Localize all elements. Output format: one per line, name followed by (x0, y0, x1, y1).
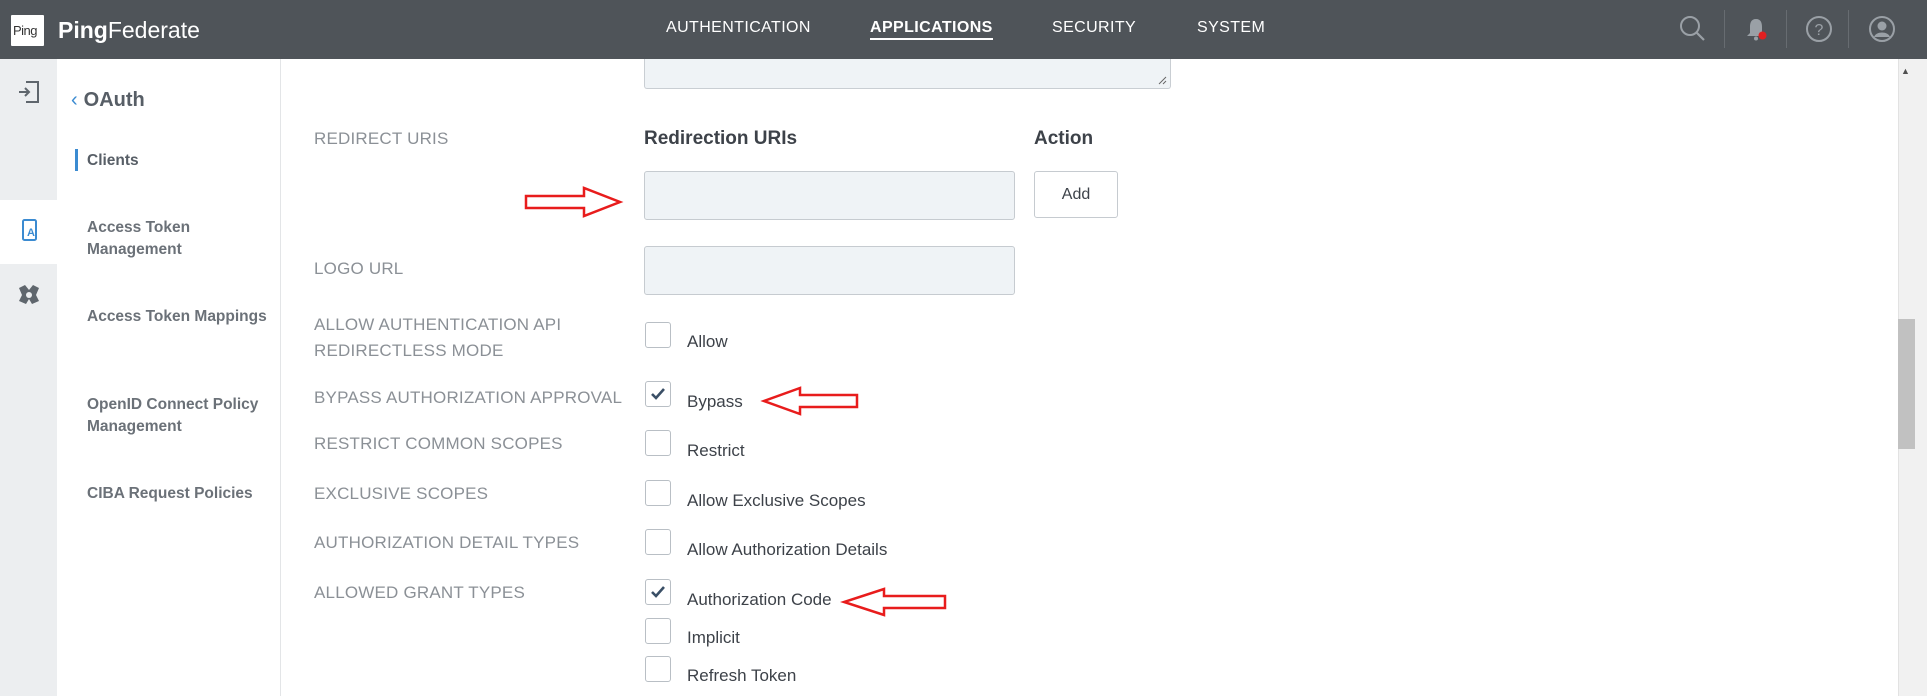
redirection-uris-column-header: Redirection URIs (644, 128, 798, 149)
grant-refresh-token-option: Refresh Token (687, 666, 797, 685)
sidebar-item-access-token-mappings[interactable]: Access Token Mappings (87, 306, 267, 328)
annotation-arrow-left-icon (840, 587, 947, 617)
restrict-option: Restrict (687, 441, 745, 460)
integration-icon (15, 282, 43, 313)
nav-applications[interactable]: APPLICATIONS (870, 19, 993, 40)
chevron-left-icon: ‹ (71, 89, 78, 111)
rail-item-applications[interactable]: A (0, 200, 57, 264)
grant-implicit-checkbox[interactable] (645, 618, 671, 644)
action-column-header: Action (1034, 128, 1094, 149)
exclusive-scopes-option: Allow Exclusive Scopes (687, 491, 866, 510)
logo-url-input[interactable] (644, 246, 1015, 295)
sidebar-item-ciba-request-policies[interactable]: CIBA Request Policies (87, 483, 267, 505)
svg-text:A: A (27, 227, 35, 239)
nav-security[interactable]: SECURITY (1052, 19, 1136, 37)
active-indicator (75, 149, 78, 171)
brand-rest: Federate (107, 17, 200, 43)
divider (1786, 10, 1787, 48)
main-content: REDIRECT URIS Redirection URIs Action Ad… (281, 59, 1898, 696)
grant-implicit-option: Implicit (687, 628, 740, 647)
help-icon[interactable]: ? (1804, 14, 1834, 44)
brand-bold: Ping (58, 17, 108, 43)
bypass-option: Bypass (687, 392, 743, 411)
bypass-approval-label: BYPASS AUTHORIZATION APPROVAL (314, 388, 623, 407)
svg-text:?: ? (1815, 22, 1824, 39)
allow-redirectless-checkbox[interactable] (645, 322, 671, 348)
login-icon (16, 79, 42, 110)
exclusive-scopes-label: EXCLUSIVE SCOPES (314, 484, 489, 503)
redirect-uris-label: REDIRECT URIS (314, 129, 449, 148)
allowed-grant-types-label: ALLOWED GRANT TYPES (314, 583, 526, 602)
checkmark-icon (651, 586, 665, 598)
logo-text: Ping (13, 23, 38, 38)
logo-url-label: LOGO URL (314, 259, 404, 278)
user-icon[interactable] (1867, 14, 1897, 44)
product-name: PingFederate (58, 17, 200, 44)
nav-authentication[interactable]: AUTHENTICATION (666, 19, 811, 37)
redirectless-label-line1: ALLOW AUTHENTICATION API (314, 315, 562, 334)
rail-item-integration[interactable] (0, 265, 57, 329)
scroll-up-arrow-icon[interactable]: ▲ (1901, 66, 1910, 76)
back-link-oauth[interactable]: ‹ OAuth (71, 89, 145, 112)
resize-handle-icon[interactable] (1158, 76, 1167, 85)
allow-redirectless-option: Allow (687, 332, 728, 351)
sidebar-item-clients[interactable]: Clients (87, 150, 267, 172)
divider (1724, 10, 1725, 48)
authorization-detail-types-label: AUTHORIZATION DETAIL TYPES (314, 533, 580, 552)
restrict-scopes-label: RESTRICT COMMON SCOPES (314, 434, 563, 453)
bell-icon[interactable] (1741, 14, 1771, 44)
annotation-arrow-left-icon (760, 386, 859, 416)
bypass-approval-checkbox[interactable] (645, 381, 671, 407)
grant-refresh-token-checkbox[interactable] (645, 656, 671, 682)
nav-system[interactable]: SYSTEM (1197, 19, 1265, 37)
rail-item-authentication[interactable] (0, 62, 57, 126)
sidebar: ‹ OAuth Clients Access Token Management A… (57, 59, 281, 696)
description-textarea[interactable] (644, 59, 1171, 89)
annotation-arrow-right-icon (524, 186, 624, 218)
exclusive-scopes-checkbox[interactable] (645, 480, 671, 506)
authorization-details-checkbox[interactable] (645, 529, 671, 555)
search-icon[interactable] (1678, 14, 1708, 44)
restrict-scopes-checkbox[interactable] (645, 430, 671, 456)
grant-authorization-code-checkbox[interactable] (645, 579, 671, 605)
grant-authorization-code-option: Authorization Code (687, 590, 832, 609)
back-label: OAuth (83, 89, 145, 111)
oauth-app-icon: A (16, 217, 42, 248)
scrollbar-thumb[interactable] (1898, 319, 1915, 449)
redirection-uri-input[interactable] (644, 171, 1015, 220)
sidebar-item-access-token-management[interactable]: Access Token Management (87, 217, 267, 261)
checkmark-icon (651, 388, 665, 400)
sidebar-item-openid-connect-policy-management[interactable]: OpenID Connect Policy Management (87, 394, 267, 438)
notification-dot-icon (1758, 31, 1767, 40)
ping-logo[interactable]: Ping (11, 15, 44, 46)
add-redirect-uri-button[interactable]: Add (1034, 171, 1118, 218)
authorization-details-option: Allow Authorization Details (687, 540, 888, 559)
divider (1848, 10, 1849, 48)
top-navigation-bar: Ping PingFederate AUTHENTICATION APPLICA… (0, 0, 1927, 59)
left-icon-rail: A (0, 59, 57, 696)
redirectless-label-line2: REDIRECTLESS MODE (314, 341, 504, 360)
